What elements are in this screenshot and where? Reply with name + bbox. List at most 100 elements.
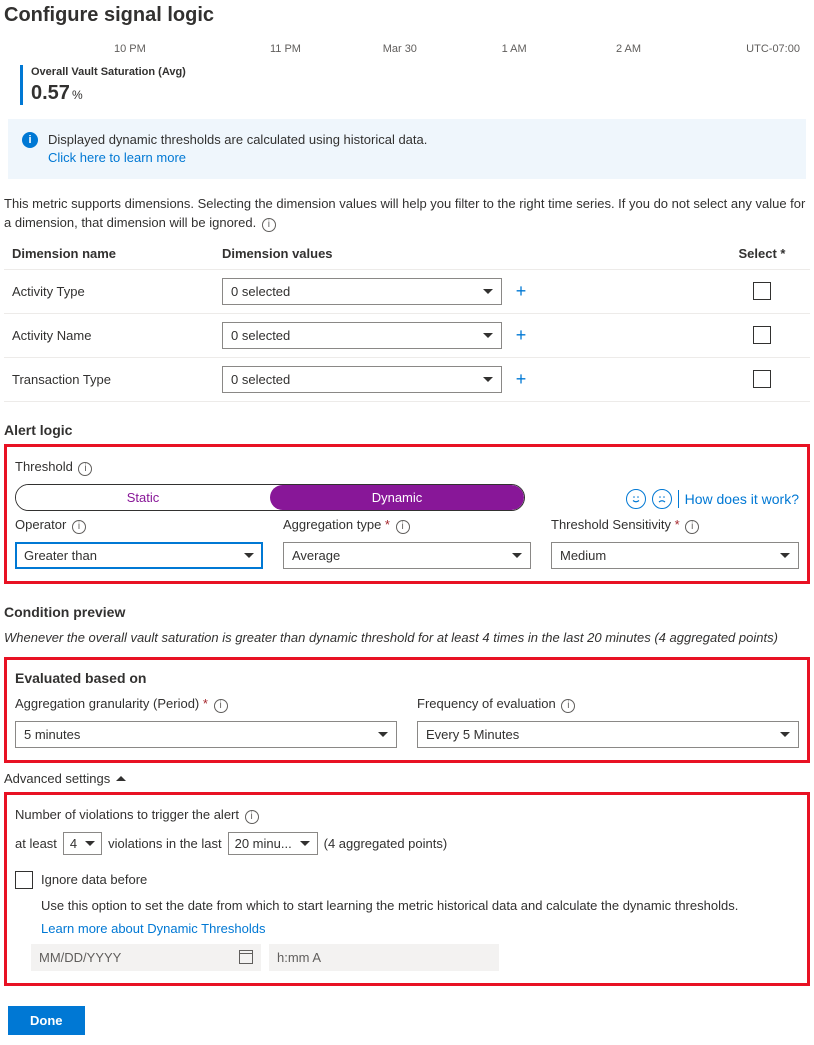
chevron-down-icon xyxy=(378,732,388,737)
violations-window-value: 20 minu... xyxy=(235,836,292,851)
sensitivity-select[interactable]: Medium xyxy=(551,542,799,569)
select-checkbox[interactable] xyxy=(753,282,771,300)
condition-preview-title: Condition preview xyxy=(0,584,814,626)
dimension-values-text: 0 selected xyxy=(231,372,290,387)
dimension-row: Transaction Type 0 selected + xyxy=(4,358,810,402)
granularity-select[interactable]: 5 minutes xyxy=(15,721,397,748)
add-dimension-button[interactable]: + xyxy=(510,368,532,390)
metric-description: This metric supports dimensions. Selecti… xyxy=(0,187,814,237)
dim-header-select: Select * xyxy=(722,246,802,261)
advanced-settings-toggle[interactable]: Advanced settings xyxy=(0,763,814,792)
frown-icon[interactable] xyxy=(652,489,672,509)
ignore-data-row: Ignore data before xyxy=(15,859,799,893)
how-does-it-work-link[interactable]: How does it work? xyxy=(685,491,799,507)
smile-icon[interactable] xyxy=(626,489,646,509)
time-tick: 10 PM xyxy=(4,43,228,55)
condition-preview-text: Whenever the overall vault saturation is… xyxy=(0,626,814,657)
dimension-name: Transaction Type xyxy=(12,372,222,387)
toggle-static[interactable]: Static xyxy=(16,485,270,510)
time-tz: UTC-07:00 xyxy=(686,43,810,55)
evaluated-title: Evaluated based on xyxy=(15,670,799,694)
select-checkbox[interactable] xyxy=(753,370,771,388)
violations-row: at least 4 violations in the last 20 min… xyxy=(15,828,799,859)
advanced-settings-label: Advanced settings xyxy=(4,771,110,786)
dimension-values-select[interactable]: 0 selected xyxy=(222,278,502,305)
ignore-data-checkbox[interactable] xyxy=(15,871,33,889)
dimension-name: Activity Name xyxy=(12,328,222,343)
help-icon[interactable]: i xyxy=(214,699,228,713)
metric-value: 0.57% xyxy=(31,82,186,105)
violations-label: Number of violations to trigger the aler… xyxy=(15,805,799,828)
frequency-select[interactable]: Every 5 Minutes xyxy=(417,721,799,748)
select-checkbox[interactable] xyxy=(753,326,771,344)
chevron-down-icon xyxy=(483,333,493,338)
alert-logic-title: Alert logic xyxy=(0,402,814,444)
metric-value-number: 0.57 xyxy=(31,82,70,104)
granularity-label: Aggregation granularity (Period) * i xyxy=(15,694,397,717)
chevron-down-icon xyxy=(483,377,493,382)
learn-dynamic-thresholds-link[interactable]: Learn more about Dynamic Thresholds xyxy=(15,919,799,944)
done-button[interactable]: Done xyxy=(8,1006,85,1035)
dimension-row: Activity Name 0 selected + xyxy=(4,314,810,358)
chevron-down-icon xyxy=(244,553,254,558)
at-least-text: at least xyxy=(15,836,57,851)
chevron-down-icon xyxy=(483,289,493,294)
help-icon[interactable]: i xyxy=(396,520,410,534)
info-icon: i xyxy=(22,132,38,148)
dimensions-header: Dimension name Dimension values Select * xyxy=(4,238,810,270)
info-learn-more-link[interactable]: Click here to learn more xyxy=(48,149,427,167)
sensitivity-value: Medium xyxy=(560,548,606,563)
aggregation-type-value: Average xyxy=(292,548,340,563)
info-banner: i Displayed dynamic thresholds are calcu… xyxy=(8,119,806,179)
evaluated-box: Evaluated based on Aggregation granulari… xyxy=(4,657,810,763)
help-icon[interactable]: i xyxy=(262,218,276,232)
dim-header-values: Dimension values xyxy=(222,246,722,261)
info-text: Displayed dynamic thresholds are calcula… xyxy=(48,131,427,149)
toggle-dynamic[interactable]: Dynamic xyxy=(270,485,524,510)
aggregated-points-text: (4 aggregated points) xyxy=(324,836,448,851)
divider xyxy=(678,490,679,508)
dimension-row: Activity Type 0 selected + xyxy=(4,270,810,314)
date-placeholder: MM/DD/YYYY xyxy=(39,950,121,965)
violations-window-select[interactable]: 20 minu... xyxy=(228,832,318,855)
sensitivity-label: Threshold Sensitivity * i xyxy=(551,515,799,538)
violations-count-value: 4 xyxy=(70,836,77,851)
aggregation-type-label: Aggregation type * i xyxy=(283,515,531,538)
help-icon[interactable]: i xyxy=(685,520,699,534)
dimension-values-select[interactable]: 0 selected xyxy=(222,366,502,393)
aggregation-type-select[interactable]: Average xyxy=(283,542,531,569)
violations-count-select[interactable]: 4 xyxy=(63,832,102,855)
violations-mid-text: violations in the last xyxy=(108,836,221,851)
page-title: Configure signal logic xyxy=(0,0,814,31)
ignore-data-label: Ignore data before xyxy=(41,872,147,887)
ignore-data-description: Use this option to set the date from whi… xyxy=(15,893,799,919)
alert-logic-box: Threshold i Static Dynamic How does it w… xyxy=(4,444,810,584)
metric-unit: % xyxy=(72,88,83,102)
dimension-name: Activity Type xyxy=(12,284,222,299)
advanced-settings-box: Number of violations to trigger the aler… xyxy=(4,792,810,986)
time-tick: Mar 30 xyxy=(343,43,457,55)
metric-bar xyxy=(20,65,23,105)
dim-header-name: Dimension name xyxy=(12,246,222,261)
operator-select[interactable]: Greater than xyxy=(15,542,263,569)
date-input[interactable]: MM/DD/YYYY xyxy=(31,944,261,971)
granularity-value: 5 minutes xyxy=(24,727,80,742)
time-input[interactable]: h:mm A xyxy=(269,944,499,971)
dimension-values-text: 0 selected xyxy=(231,284,290,299)
chevron-down-icon xyxy=(300,841,310,846)
add-dimension-button[interactable]: + xyxy=(510,324,532,346)
time-tick: 11 PM xyxy=(228,43,342,55)
dimension-values-select[interactable]: 0 selected xyxy=(222,322,502,349)
chevron-down-icon xyxy=(780,553,790,558)
help-icon[interactable]: i xyxy=(72,520,86,534)
help-icon[interactable]: i xyxy=(245,810,259,824)
chevron-up-icon xyxy=(116,776,126,781)
add-dimension-button[interactable]: + xyxy=(510,280,532,302)
time-placeholder: h:mm A xyxy=(277,950,321,965)
time-tick: 1 AM xyxy=(457,43,571,55)
help-icon[interactable]: i xyxy=(78,462,92,476)
operator-value: Greater than xyxy=(24,548,97,563)
dimension-values-text: 0 selected xyxy=(231,328,290,343)
time-axis: 10 PM 11 PM Mar 30 1 AM 2 AM UTC-07:00 xyxy=(0,39,814,59)
help-icon[interactable]: i xyxy=(561,699,575,713)
